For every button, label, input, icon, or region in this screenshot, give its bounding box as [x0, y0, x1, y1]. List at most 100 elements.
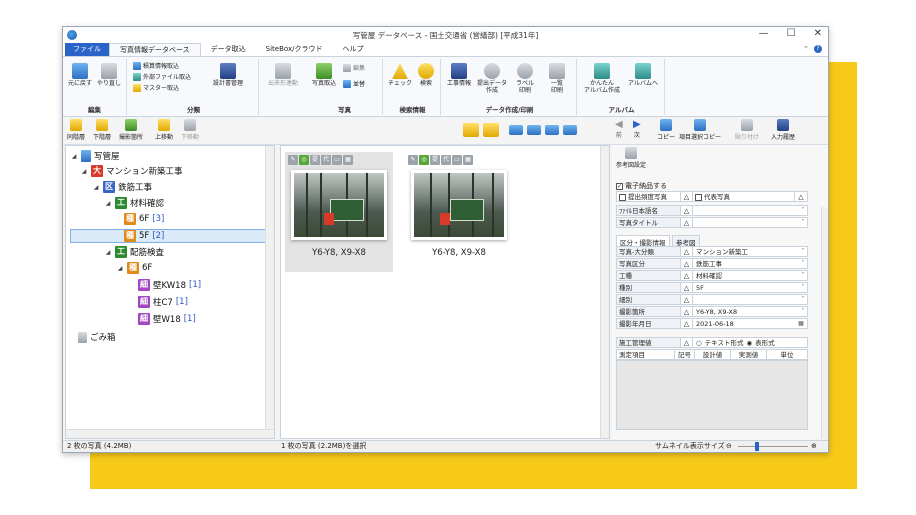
- thumbnail-size-slider[interactable]: [738, 446, 808, 447]
- same-level-button[interactable]: 同階層: [67, 119, 85, 141]
- view-medium-button[interactable]: [483, 123, 499, 138]
- collapse-arrow-icon[interactable]: ◢: [92, 184, 100, 191]
- next-button[interactable]: ▶ 次: [633, 119, 641, 139]
- help-icon[interactable]: ?: [814, 45, 822, 53]
- submit-data-button[interactable]: 提出データ 作成: [475, 63, 509, 94]
- item-copy-button[interactable]: 項目選択コピー: [679, 119, 721, 141]
- file-name-input[interactable]: [693, 206, 799, 215]
- to-album-button[interactable]: アルバムへ: [625, 63, 661, 87]
- check-button[interactable]: チェック: [387, 63, 413, 87]
- prev-button[interactable]: ◀ 前: [615, 119, 623, 139]
- zoom-in-icon[interactable]: ⊕: [811, 441, 817, 452]
- collapse-arrow-icon[interactable]: ◢: [80, 168, 88, 175]
- dropdown-arrow-icon[interactable]: ˅: [799, 247, 807, 256]
- tree-item[interactable]: 細 柱C7 [1]: [138, 296, 188, 308]
- prop-value[interactable]: マンション新築工: [693, 247, 799, 256]
- dropdown-arrow-icon[interactable]: ˅: [799, 259, 807, 268]
- view-list-button[interactable]: [545, 125, 559, 136]
- tree-item[interactable]: 種 6F [3]: [124, 213, 164, 225]
- edit-icon[interactable]: ✎: [408, 155, 418, 165]
- photo-title-input[interactable]: [693, 218, 799, 227]
- koji-info-button[interactable]: 工事情報: [445, 63, 473, 87]
- dropdown-arrow-icon[interactable]: ˅: [799, 271, 807, 280]
- photo-import-button[interactable]: 写真取込: [309, 63, 339, 87]
- tree-item-selected[interactable]: 種 5F [2]: [124, 230, 164, 242]
- tree-item[interactable]: ◢ 工 配筋検査: [104, 246, 164, 258]
- submit-freq-checkbox[interactable]: 提出頻度写真: [617, 192, 681, 201]
- tab-file[interactable]: ファイル: [65, 43, 109, 56]
- tree-trash[interactable]: ごみ箱: [78, 331, 116, 343]
- ribbon-collapse-icon[interactable]: ⌃: [803, 45, 809, 53]
- prop-value[interactable]: 鉄筋工事: [693, 259, 799, 268]
- move-up-button[interactable]: 上移動: [155, 119, 173, 141]
- tree-item[interactable]: ◢ 大 マンション新築工事: [80, 165, 183, 177]
- close-button[interactable]: ✕: [814, 28, 822, 39]
- design-doc-button[interactable]: 設計書管理: [205, 63, 251, 87]
- prop-value[interactable]: 材料確認: [693, 271, 799, 280]
- prop-value[interactable]: 5F: [693, 283, 799, 292]
- tab-photo-db[interactable]: 写真情報データベース: [109, 43, 201, 56]
- tree-root[interactable]: ◢ 写管屋: [70, 150, 120, 162]
- ref-settings-button[interactable]: 参考図設定: [616, 147, 646, 169]
- collapse-arrow-icon[interactable]: ◢: [116, 265, 124, 272]
- undo-button[interactable]: 元に戻す: [67, 63, 93, 87]
- photo-thumbnail[interactable]: ✎ ◎ 提 代 ▭ ▦ Y6-Y8, X9-X8: [405, 152, 513, 272]
- view-grid-small-button[interactable]: [527, 125, 541, 136]
- sort-button[interactable]: 並替: [343, 79, 365, 88]
- tree-horizontal-scrollbar[interactable]: [66, 429, 274, 438]
- history-button[interactable]: 入力履歴: [771, 119, 795, 141]
- location-button[interactable]: 撮影箇所: [119, 119, 143, 141]
- tab-sitebox[interactable]: SiteBox/クラウド: [256, 43, 333, 56]
- edit-button[interactable]: 編集: [343, 63, 365, 72]
- prop-value[interactable]: [693, 295, 799, 304]
- slider-handle[interactable]: [755, 442, 759, 451]
- tab-help[interactable]: ヘルプ: [332, 43, 373, 56]
- rep-photo-checkbox[interactable]: 代表写真: [693, 192, 795, 201]
- paste-button[interactable]: 貼り付け: [735, 119, 759, 141]
- date-value[interactable]: 2021-06-18: [693, 319, 795, 328]
- property-scrollbar[interactable]: [821, 207, 828, 439]
- lower-level-button[interactable]: 下階層: [93, 119, 111, 141]
- view-large-button[interactable]: [463, 123, 479, 138]
- table-format-radio[interactable]: ◉: [746, 338, 752, 347]
- frame-icon[interactable]: ▭: [332, 155, 342, 165]
- tree-item[interactable]: ◢ 区 鉄筋工事: [92, 181, 152, 193]
- maximize-button[interactable]: ☐: [787, 28, 796, 39]
- frame-icon[interactable]: ▭: [452, 155, 462, 165]
- redo-button[interactable]: やり直し: [95, 63, 123, 87]
- check-icon[interactable]: ◎: [419, 155, 429, 165]
- minimize-button[interactable]: —: [759, 28, 769, 39]
- list-print-button[interactable]: 一覧 印刷: [543, 63, 571, 94]
- collapse-arrow-icon[interactable]: ◢: [70, 153, 78, 160]
- tree-item[interactable]: ◢ 種 6F: [116, 262, 152, 274]
- dropdown-arrow-icon[interactable]: ˅: [799, 206, 807, 215]
- prop-value[interactable]: Y6-Y8, X9-X8: [693, 307, 799, 316]
- kanri-table-body[interactable]: [616, 360, 808, 430]
- representative-icon[interactable]: 代: [441, 155, 451, 165]
- zoom-out-icon[interactable]: ⊖: [726, 441, 732, 452]
- easy-album-button[interactable]: かんたん アルバム作成: [581, 63, 623, 94]
- board-icon[interactable]: ▦: [343, 155, 353, 165]
- board-icon[interactable]: ▦: [463, 155, 473, 165]
- dropdown-arrow-icon[interactable]: ˅: [799, 307, 807, 316]
- external-file-import-button[interactable]: 外部ファイル取込: [133, 72, 191, 81]
- edit-icon[interactable]: ✎: [288, 155, 298, 165]
- submit-icon[interactable]: 提: [430, 155, 440, 165]
- check-icon[interactable]: ◎: [299, 155, 309, 165]
- dekigata-button[interactable]: 出来形連動: [263, 63, 303, 87]
- master-import-button[interactable]: マスター取込: [133, 83, 179, 92]
- collapse-arrow-icon[interactable]: ◢: [104, 200, 112, 207]
- move-down-button[interactable]: 下移動: [181, 119, 199, 141]
- dropdown-arrow-icon[interactable]: ˅: [799, 283, 807, 292]
- search-button[interactable]: 検索: [413, 63, 439, 87]
- calendar-icon[interactable]: ▦: [795, 319, 807, 328]
- text-format-radio[interactable]: ○: [696, 338, 702, 347]
- electronic-delivery-checkbox[interactable]: ✓ 電子納品する: [616, 181, 667, 191]
- collapse-arrow-icon[interactable]: ◢: [104, 249, 112, 256]
- dropdown-arrow-icon[interactable]: ˅: [799, 295, 807, 304]
- tree-item[interactable]: 細 壁W18 [1]: [138, 313, 196, 325]
- copy-button[interactable]: コピー: [657, 119, 675, 141]
- sekisan-import-button[interactable]: 積算情報取込: [133, 61, 179, 70]
- thumbnail-scrollbar[interactable]: [600, 146, 609, 438]
- view-detail-button[interactable]: [563, 125, 577, 136]
